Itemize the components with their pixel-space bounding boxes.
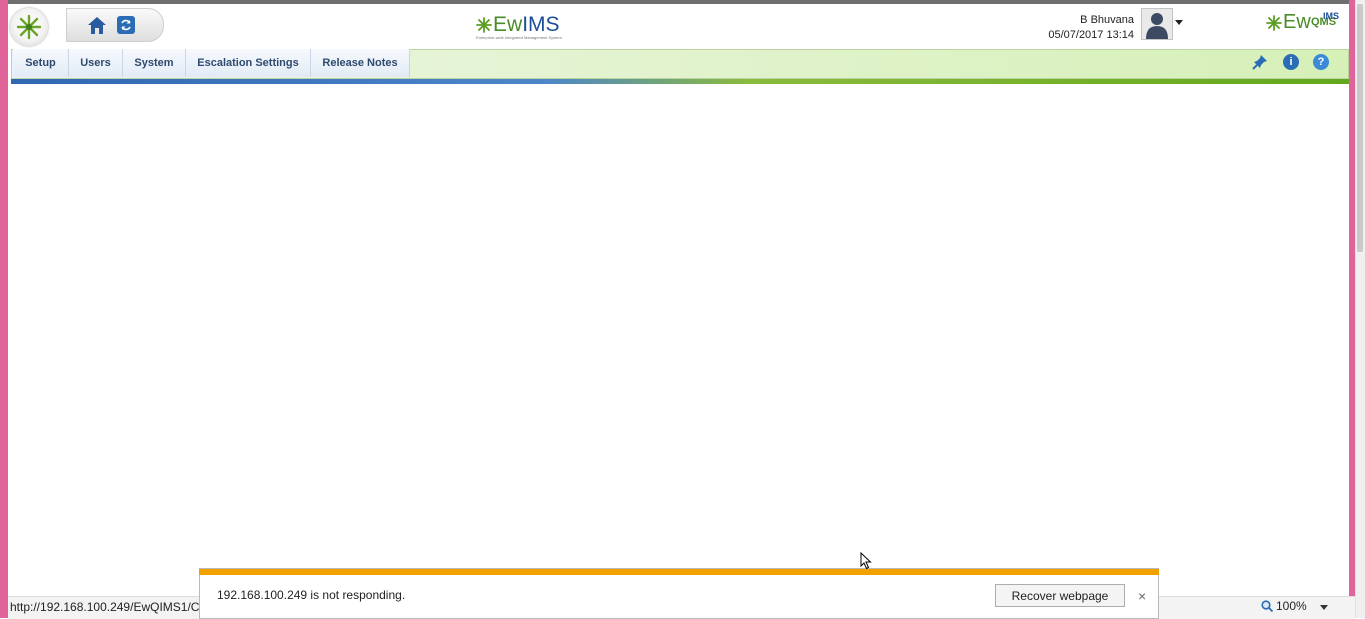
mouse-cursor-icon (860, 552, 872, 570)
status-url: http://192.168.100.249/EwQIMS1/Co (10, 600, 207, 614)
zoom-control[interactable]: 100% (1261, 599, 1307, 613)
zoom-icon (1261, 600, 1273, 612)
menu-item-setup[interactable]: Setup (13, 49, 69, 77)
user-name: B Bhuvana (1080, 14, 1134, 26)
menu-item-release-notes[interactable]: Release Notes (311, 49, 410, 77)
ewqms-logo-icon (1266, 15, 1282, 31)
ewqms-logo-superscript: IMS (1323, 11, 1340, 21)
home-icon[interactable] (86, 14, 108, 36)
help-icon[interactable]: ? (1313, 54, 1329, 70)
menu-item-users[interactable]: Users (69, 49, 123, 77)
app-logo-icon[interactable] (10, 8, 48, 46)
notification-warning-strip (199, 569, 1159, 575)
pin-icon[interactable] (1252, 54, 1268, 70)
info-icon[interactable]: i (1283, 54, 1299, 70)
ewims-logo-icon (476, 17, 492, 33)
browser-frame-left (0, 0, 8, 618)
ewims-logo-tagline: Enterprise-wide Integrated Management Sy… (476, 35, 562, 40)
ewims-logo-prefix: Ew (493, 13, 523, 36)
main-content-area (11, 86, 1349, 596)
ewims-logo-suffix: IMS (522, 13, 560, 36)
menu-item-system[interactable]: System (123, 49, 186, 77)
user-menu-chevron-down-icon[interactable] (1175, 20, 1183, 25)
avatar[interactable] (1141, 8, 1173, 40)
header-accent-band (11, 79, 1349, 84)
ewqms-logo-prefix: Ew (1283, 11, 1311, 33)
ewqms-logo: Ew QMS IMS (1266, 11, 1342, 37)
ewims-logo: EwIMS Enterprise-wide Integrated Managem… (476, 13, 562, 43)
user-avatar-icon (1146, 13, 1168, 39)
recover-webpage-button[interactable]: Recover webpage (995, 584, 1125, 607)
close-icon[interactable]: × (1138, 588, 1146, 604)
user-datetime: 05/07/2017 13:14 (1048, 29, 1134, 41)
menu-item-escalation-settings[interactable]: Escalation Settings (186, 49, 311, 77)
scrollbar-thumb[interactable] (1357, 4, 1363, 252)
nav-pill (66, 8, 164, 42)
zoom-level: 100% (1276, 599, 1307, 613)
refresh-icon[interactable] (117, 16, 135, 34)
notification-message: 192.168.100.249 is not responding. (217, 588, 406, 602)
zoom-chevron-down-icon[interactable] (1320, 605, 1328, 610)
